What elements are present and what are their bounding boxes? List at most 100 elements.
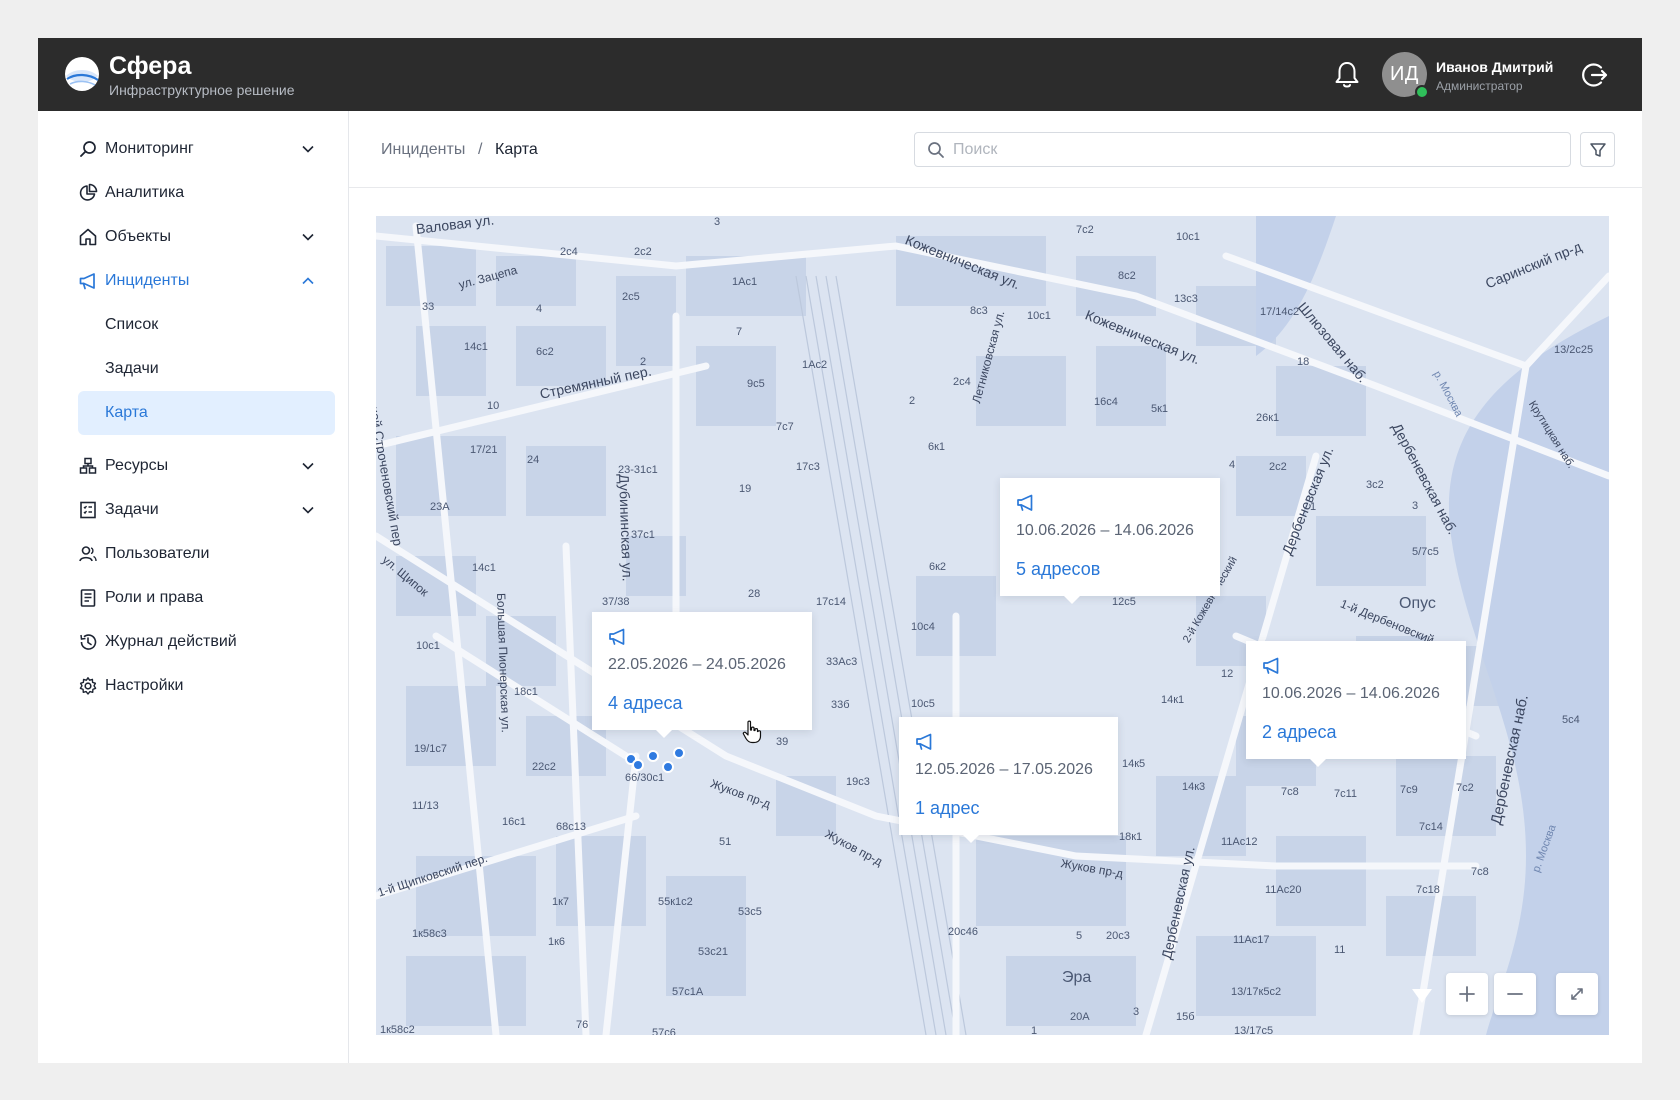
map-label: 16с4: [1094, 396, 1118, 408]
map-label: 7с7: [776, 421, 794, 433]
map-label: 57с1А: [672, 986, 704, 998]
incident-card[interactable]: 10.06.2026 – 14.06.2026 2 адреса: [1246, 641, 1466, 767]
map-label: 14к5: [1122, 758, 1146, 770]
map-label: 19с3: [846, 776, 870, 788]
incident-map[interactable]: Валовая ул. ул. Зацепа Большой Строченов…: [376, 216, 1609, 1035]
map-label: 23-31с1: [618, 464, 658, 476]
sidebar-item-analytics[interactable]: Аналитика: [78, 171, 335, 215]
map-label: 1к7: [552, 896, 570, 908]
breadcrumb-root[interactable]: Инциденты: [381, 140, 465, 160]
zoom-in-button[interactable]: [1446, 973, 1488, 1015]
sidebar-item-tasks[interactable]: Задачи: [78, 488, 335, 532]
map-label: 10с1: [1027, 310, 1051, 322]
document-icon: [80, 589, 96, 607]
plus-icon: [1459, 986, 1475, 1002]
sidebar-subitem-tasks[interactable]: Задачи: [78, 347, 335, 391]
incident-pin[interactable]: [632, 759, 644, 771]
megaphone-icon: [1263, 657, 1279, 674]
map-label: 37с1: [631, 529, 655, 541]
map-label: 53с21: [698, 946, 728, 958]
incident-card[interactable]: 22.05.2026 – 24.05.2026 4 адреса: [592, 612, 812, 738]
chevron-down-icon: [302, 462, 314, 470]
incident-dates: 10.06.2026 – 14.06.2026: [1016, 522, 1194, 539]
chevron-down-icon: [302, 233, 314, 241]
sidebar-item-label: Роли и права: [105, 589, 204, 606]
incident-dates: 22.05.2026 – 24.05.2026: [608, 656, 786, 673]
map-label: 8с3: [970, 305, 988, 317]
bell-icon[interactable]: [1333, 60, 1361, 90]
map-label: 14с1: [464, 341, 488, 353]
sidebar-subitem-list[interactable]: Список: [78, 303, 335, 347]
map-label: 7с14: [1419, 821, 1443, 833]
map-label: 16с1: [502, 816, 526, 828]
megaphone-icon: [79, 273, 95, 290]
map-label: 23А: [430, 501, 450, 513]
map-label: 2с2: [1269, 461, 1287, 473]
map-label: 1к6: [548, 936, 566, 948]
fullscreen-button[interactable]: [1556, 973, 1598, 1015]
online-status-dot: [1415, 85, 1429, 99]
sidebar-subitem-map[interactable]: Карта: [78, 391, 335, 435]
sidebar-item-users[interactable]: Пользователи: [78, 532, 335, 576]
megaphone-icon: [609, 628, 625, 645]
sidebar-item-journal[interactable]: Журнал действий: [78, 620, 335, 664]
map-label: 12: [1221, 668, 1234, 680]
chevron-down-icon: [302, 506, 314, 514]
map-label: 11Ас20: [1265, 884, 1302, 896]
map-label: 26к1: [1256, 412, 1280, 424]
map-label: 12с5: [1112, 596, 1136, 608]
map-label: 17/14с2: [1260, 306, 1300, 318]
map-label: 13с3: [1174, 293, 1198, 305]
map-label: 19: [739, 483, 752, 495]
map-label: 3с2: [1366, 479, 1384, 491]
map-label: 3: [1412, 500, 1419, 512]
map-label: 19/1с7: [414, 743, 448, 755]
incident-pin[interactable]: [662, 761, 674, 773]
logout-icon[interactable]: [1579, 60, 1609, 90]
map-label: 5с4: [1562, 714, 1580, 726]
chevron-up-icon: [302, 277, 314, 285]
incident-addresses-link[interactable]: 2 адреса: [1262, 722, 1337, 743]
map-label: 7с2: [1076, 224, 1094, 236]
incident-addresses-link[interactable]: 4 адреса: [608, 693, 683, 714]
sidebar-item-label: Объекты: [105, 228, 171, 245]
sidebar-item-incidents[interactable]: Инциденты: [78, 259, 335, 303]
incident-card[interactable]: 10.06.2026 – 14.06.2026 5 адресов: [1000, 478, 1220, 604]
user-name[interactable]: Иванов Дмитрий: [1436, 59, 1553, 75]
incident-pin[interactable]: [647, 750, 659, 762]
megaphone-icon: [916, 733, 932, 750]
map-label: 7с18: [1416, 884, 1440, 896]
chevron-down-icon: [302, 145, 314, 153]
sidebar-item-settings[interactable]: Настройки: [78, 664, 335, 708]
map-label: 11Ас17: [1233, 934, 1270, 946]
map-label: 14к3: [1182, 781, 1206, 793]
sidebar-item-roles[interactable]: Роли и права: [78, 576, 335, 620]
sidebar-item-objects[interactable]: Объекты: [78, 215, 335, 259]
map-label: 22с2: [532, 761, 556, 773]
minus-icon: [1507, 993, 1523, 995]
map-label: 17с3: [796, 461, 820, 473]
incident-card[interactable]: 12.05.2026 – 17.05.2026 1 адрес: [899, 717, 1118, 843]
incident-pin[interactable]: [673, 747, 685, 759]
search-icon: [80, 141, 96, 157]
incident-addresses-link[interactable]: 1 адрес: [915, 798, 980, 819]
map-label: 4: [536, 303, 543, 315]
map-label: 5к1: [1151, 403, 1169, 415]
incident-addresses-link[interactable]: 5 адресов: [1016, 559, 1100, 580]
checklist-icon: [80, 501, 96, 519]
users-icon: [79, 546, 97, 562]
sidebar-item-label: Журнал действий: [105, 633, 237, 650]
sidebar-item-monitoring[interactable]: Мониторинг: [78, 127, 335, 171]
search-input[interactable]: [953, 133, 1553, 166]
filter-button[interactable]: [1580, 132, 1615, 167]
map-label: 2: [640, 356, 647, 368]
map-label: 1к58с2: [380, 1024, 415, 1035]
map-label: 53с5: [738, 906, 762, 918]
search-icon: [928, 142, 944, 158]
map-label: 11: [1334, 944, 1346, 956]
zoom-out-button[interactable]: [1494, 973, 1536, 1015]
compass-icon[interactable]: [1412, 989, 1432, 1003]
map-label: 13/2с25: [1554, 344, 1594, 356]
sidebar-item-resources[interactable]: Ресурсы: [78, 444, 335, 488]
breadcrumb-separator: /: [478, 141, 483, 158]
